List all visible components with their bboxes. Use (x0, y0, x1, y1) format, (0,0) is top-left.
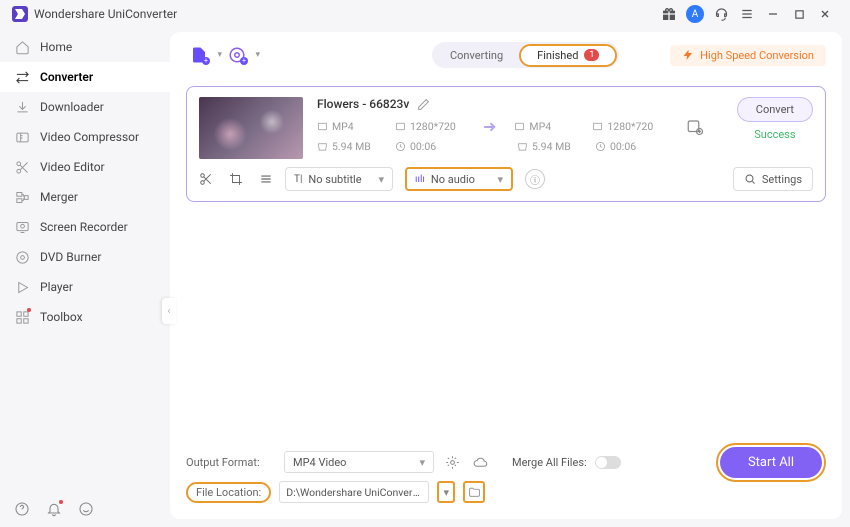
user-avatar[interactable]: A (682, 4, 708, 24)
add-files-button[interactable]: + ▾ (186, 43, 212, 67)
grid-icon (14, 309, 30, 325)
sidebar-item-converter[interactable]: Converter (0, 62, 170, 92)
info-icon[interactable]: ⓘ (525, 169, 545, 189)
arrow-icon: ➜ (483, 117, 496, 136)
sidebar-label: Downloader (40, 100, 104, 114)
file-card: Flowers - 66823v MP4 1280*720 ➜ MP4 1280… (186, 86, 826, 202)
location-dropdown-caret[interactable]: ▾ (437, 481, 455, 503)
finished-badge: 1 (584, 49, 599, 61)
sidebar-footer (0, 491, 170, 527)
sidebar-item-player[interactable]: Player (0, 272, 170, 302)
tab-finished[interactable]: Finished1 (521, 46, 615, 65)
sidebar-label: Player (40, 280, 73, 294)
feedback-icon[interactable] (78, 501, 94, 517)
trim-icon[interactable] (199, 172, 213, 186)
file-location-field[interactable]: D:\Wondershare UniConverter 1 (279, 481, 429, 503)
more-icon[interactable] (259, 172, 273, 186)
sidebar-label: Video Compressor (40, 130, 139, 144)
edit-name-icon[interactable] (417, 98, 430, 111)
subtitle-dropdown[interactable]: T|No subtitle▾ (285, 167, 393, 191)
scissors-icon (14, 159, 30, 175)
converter-icon (14, 69, 30, 85)
sidebar-item-editor[interactable]: Video Editor (0, 152, 170, 182)
download-icon (14, 99, 30, 115)
cloud-icon[interactable] (470, 452, 490, 472)
file-name: Flowers - 66823v (317, 97, 409, 111)
sidebar-item-downloader[interactable]: Downloader (0, 92, 170, 122)
bell-icon[interactable] (46, 501, 62, 517)
window-close[interactable] (812, 4, 838, 24)
recorder-icon (14, 219, 30, 235)
open-folder-button[interactable] (463, 481, 485, 503)
sidebar-label: Toolbox (40, 310, 83, 324)
sidebar-item-toolbox[interactable]: Toolbox (0, 302, 170, 332)
convert-button[interactable]: Convert (737, 97, 813, 122)
start-all-button[interactable]: Start All (720, 447, 822, 478)
sidebar-label: Converter (40, 70, 93, 84)
sidebar-label: Video Editor (40, 160, 105, 174)
collapse-handle[interactable]: ‹ (162, 298, 176, 324)
sidebar-item-compressor[interactable]: Video Compressor (0, 122, 170, 152)
tab-converting[interactable]: Converting (434, 46, 519, 65)
play-icon (14, 279, 30, 295)
merge-toggle[interactable] (595, 456, 621, 469)
add-dvd-button[interactable]: + ▾ (224, 43, 250, 67)
merge-label: Merge All Files: (512, 456, 587, 469)
output-settings-icon[interactable] (686, 118, 704, 136)
dvd-icon (14, 249, 30, 265)
audio-dropdown[interactable]: ıılıNo audio▾ (405, 167, 513, 191)
titlebar: Wondershare UniConverter A (0, 0, 850, 28)
sidebar-item-dvd[interactable]: DVD Burner (0, 242, 170, 272)
window-minimize[interactable] (760, 4, 786, 24)
output-format-dropdown[interactable]: MP4 Video▾ (284, 451, 434, 473)
sidebar-label: Home (40, 40, 72, 54)
sidebar-label: Screen Recorder (40, 220, 128, 234)
sidebar-label: DVD Burner (40, 250, 101, 264)
status-text: Success (737, 128, 813, 141)
high-speed-button[interactable]: High Speed Conversion (670, 45, 826, 66)
gift-icon[interactable] (656, 4, 682, 24)
sidebar-label: Merger (40, 190, 78, 204)
help-icon[interactable] (14, 501, 30, 517)
settings-button[interactable]: Settings (733, 167, 813, 191)
home-icon (14, 39, 30, 55)
window-maximize[interactable] (786, 4, 812, 24)
sidebar-item-home[interactable]: Home (0, 32, 170, 62)
app-logo-icon (12, 6, 28, 22)
format-settings-icon[interactable] (442, 452, 462, 472)
headset-icon[interactable] (708, 4, 734, 24)
crop-icon[interactable] (229, 172, 243, 186)
output-format-label: Output Format: (186, 456, 276, 469)
merge-icon (14, 189, 30, 205)
menu-icon[interactable] (734, 4, 760, 24)
sidebar-item-merger[interactable]: Merger (0, 182, 170, 212)
video-thumbnail[interactable] (199, 97, 303, 159)
app-title: Wondershare UniConverter (34, 7, 177, 21)
sidebar-item-recorder[interactable]: Screen Recorder (0, 212, 170, 242)
sidebar: Home Converter Downloader Video Compress… (0, 28, 170, 527)
file-location-label: File Location: (186, 482, 271, 503)
main-panel: ‹ + ▾ + ▾ Converting Finished1 (170, 32, 842, 519)
compress-icon (14, 129, 30, 145)
